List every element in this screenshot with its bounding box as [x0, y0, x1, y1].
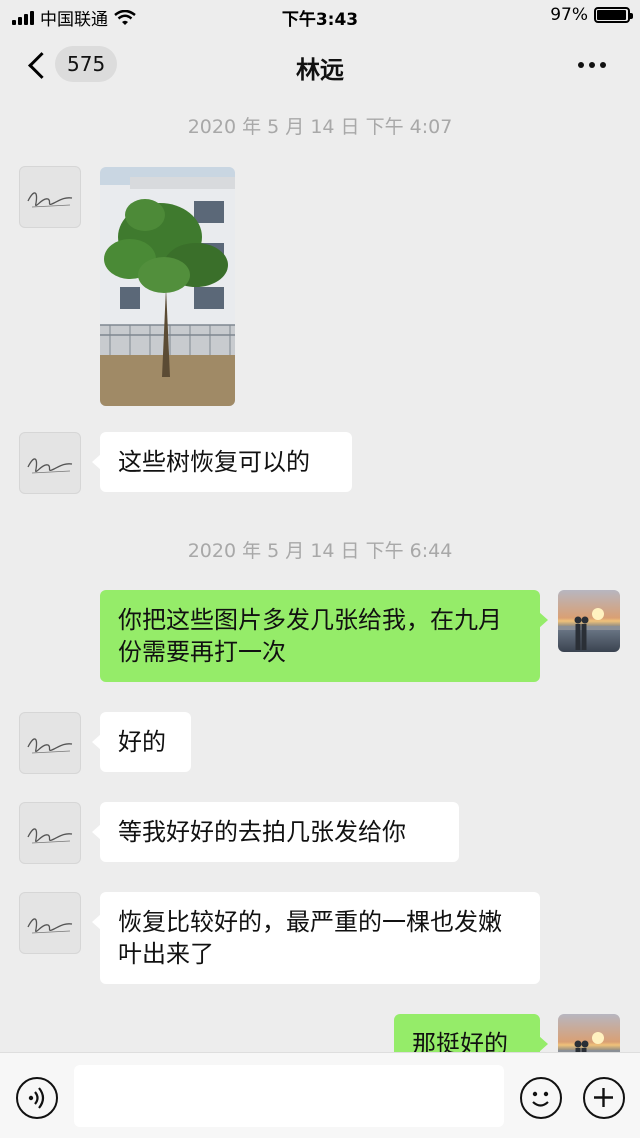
message-input[interactable]: [74, 1065, 504, 1127]
image-message[interactable]: [100, 167, 235, 406]
avatar[interactable]: [19, 712, 81, 774]
signature-avatar-icon: [27, 192, 73, 208]
status-bar: 中国联通 下午3:43 97%: [0, 0, 640, 32]
battery-icon: [594, 7, 633, 23]
signature-avatar-icon: [27, 918, 73, 934]
message-bubble-in[interactable]: 等我好好的去拍几张发给你: [92, 802, 459, 862]
message-bubble-in[interactable]: 这些树恢复可以的: [92, 432, 352, 492]
timestamp: 2020 年 5 月 14 日 下午 4:07: [187, 116, 453, 138]
plus-icon[interactable]: [583, 1077, 625, 1119]
nav-bar: 575 林远: [0, 32, 640, 98]
message-bubble-in[interactable]: 好的: [92, 712, 191, 772]
chat-title: 林远: [296, 56, 344, 84]
avatar[interactable]: [19, 432, 81, 494]
emoji-icon[interactable]: [520, 1077, 562, 1119]
status-right: 97%: [550, 5, 633, 25]
emoji-face: [532, 1091, 549, 1107]
sunset-avatar-icon: [558, 608, 620, 650]
plus-sign: [594, 1088, 613, 1107]
signature-avatar-icon: [27, 458, 73, 474]
avatar[interactable]: [19, 892, 81, 954]
battery-fill: [597, 10, 627, 20]
signature-avatar-icon: [27, 828, 73, 844]
message-bubble-out[interactable]: 那挺好的: [394, 1014, 548, 1052]
battery-percent: 97%: [550, 5, 588, 25]
more-icon[interactable]: [578, 62, 606, 68]
chat-area[interactable]: 2020 年 5 月 14 日 下午 4:07 这些树恢复可以的 2020 年 …: [0, 98, 640, 1052]
voice-waves: [28, 1087, 45, 1109]
self-avatar[interactable]: [558, 590, 620, 652]
message-bubble-in[interactable]: 恢复比较好的，最严重的一棵也发嫩叶出来了: [92, 892, 540, 984]
input-bar: [0, 1052, 640, 1138]
signature-avatar-icon: [27, 738, 73, 754]
message-bubble-out[interactable]: 你把这些图片多发几张给我，在九月份需要再打一次: [100, 590, 548, 682]
avatar[interactable]: [19, 166, 81, 228]
sunset-avatar-icon: [558, 1032, 620, 1052]
voice-icon[interactable]: [16, 1077, 58, 1119]
self-avatar[interactable]: [558, 1014, 620, 1052]
timestamp: 2020 年 5 月 14 日 下午 6:44: [187, 540, 453, 562]
status-time: 下午3:43: [281, 10, 359, 30]
tree-photo: [100, 167, 235, 406]
avatar[interactable]: [19, 802, 81, 864]
